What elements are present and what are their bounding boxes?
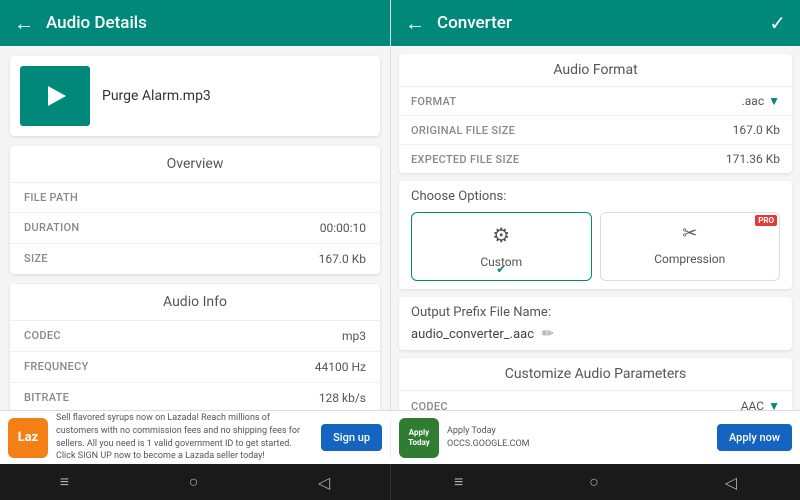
codec-param-label: CODEC <box>411 400 448 411</box>
bitrate-label: BITRATE <box>24 391 69 405</box>
codec-value: mp3 <box>342 329 366 343</box>
format-label: FORMAT <box>411 95 456 108</box>
option-selected-check: ✔ <box>496 262 506 276</box>
left-panel: ← Audio Details Purge Alarm.mp3 Overview… <box>0 0 390 410</box>
codec-dropdown-icon: ▼ <box>768 399 780 410</box>
audio-format-card: Audio Format FORMAT .aac ▼ ORIGINAL FILE… <box>399 54 792 173</box>
duration-value: 00:00:10 <box>320 221 366 235</box>
table-row: ORIGINAL FILE SIZE 167.0 Kb <box>399 116 792 145</box>
table-row: CODEC AAC ▼ <box>399 391 792 410</box>
format-value[interactable]: .aac ▼ <box>742 94 780 108</box>
right-back-nav-icon[interactable]: ◁ <box>725 473 737 492</box>
apply-today-logo: Apply Today <box>399 418 439 458</box>
options-label: Choose Options: <box>411 189 780 204</box>
output-label: Output Prefix File Name: <box>411 305 780 320</box>
customize-section: Customize Audio Parameters CODEC AAC ▼ F… <box>399 358 792 410</box>
confirm-icon[interactable]: ✓ <box>769 11 786 35</box>
right-header-left: ← Converter <box>405 11 512 36</box>
file-path-label: FILE PATH <box>24 191 78 204</box>
format-dropdown-icon: ▼ <box>768 94 780 108</box>
size-value: 167.0 Kb <box>319 252 366 266</box>
bitrate-value: 128 kb/s <box>319 391 366 405</box>
customize-title: Customize Audio Parameters <box>399 358 792 391</box>
left-title: Audio Details <box>46 13 147 33</box>
original-size-label: ORIGINAL FILE SIZE <box>411 124 515 137</box>
overview-card: Overview FILE PATH DURATION 00:00:10 SIZ… <box>10 146 380 274</box>
right-home-icon[interactable]: ○ <box>589 472 599 492</box>
output-filename-row: audio_converter_.aac ✏ <box>411 326 780 342</box>
lazada-logo: Laz <box>8 418 48 458</box>
table-row: EXPECTED FILE SIZE 171.36 Kb <box>399 145 792 173</box>
choose-options-section: Choose Options: ⚙ Custom ✔ PRO ✂ Compres… <box>399 181 792 289</box>
pro-badge: PRO <box>755 215 777 226</box>
table-row: FORMAT .aac ▼ <box>399 87 792 116</box>
expected-size-value: 171.36 Kb <box>726 152 780 166</box>
left-menu-icon[interactable]: ≡ <box>60 472 69 492</box>
play-thumbnail[interactable] <box>20 66 90 126</box>
left-nav: ≡ ○ ◁ <box>0 464 390 500</box>
audio-filename: Purge Alarm.mp3 <box>102 88 211 104</box>
right-back-icon[interactable]: ← <box>405 11 425 36</box>
ad-right-text: Apply TodayOCCS.GOOGLE.COM <box>447 425 709 450</box>
duration-label: DURATION <box>24 221 80 235</box>
table-row: DURATION 00:00:10 <box>10 213 380 244</box>
table-row: BITRATE 128 kb/s <box>10 383 380 410</box>
ad-left-text: Sell flavored syrups now on Lazada! Reac… <box>56 412 313 462</box>
left-body: Purge Alarm.mp3 Overview FILE PATH DURAT… <box>0 46 390 410</box>
codec-label: CODEC <box>24 329 61 343</box>
table-row: FILE PATH <box>10 183 380 213</box>
frequency-value: 44100 Hz <box>315 360 366 374</box>
option-compression[interactable]: PRO ✂ Compression <box>600 212 781 281</box>
play-button-icon <box>48 86 66 106</box>
options-grid: ⚙ Custom ✔ PRO ✂ Compression <box>411 212 780 281</box>
scissors-icon: ✂ <box>617 223 764 244</box>
gear-icon: ⚙ <box>428 223 575 247</box>
option-compression-label: Compression <box>654 252 725 266</box>
right-nav: ≡ ○ ◁ <box>390 464 800 500</box>
nav-bar: ≡ ○ ◁ ≡ ○ ◁ <box>0 464 800 500</box>
audio-info-card: Audio Info CODEC mp3 FREQUNECY 44100 Hz … <box>10 284 380 410</box>
right-header: ← Converter ✓ <box>391 0 800 46</box>
ad-left: Laz Sell flavored syrups now on Lazada! … <box>0 412 390 462</box>
frequency-label: FREQUNECY <box>24 360 89 374</box>
ad-banner: Laz Sell flavored syrups now on Lazada! … <box>0 410 800 464</box>
edit-icon[interactable]: ✏ <box>542 326 554 342</box>
table-row: CODEC mp3 <box>10 321 380 352</box>
apply-now-button[interactable]: Apply now <box>717 424 792 451</box>
left-header: ← Audio Details <box>0 0 390 46</box>
expected-size-label: EXPECTED FILE SIZE <box>411 153 519 166</box>
right-body: Audio Format FORMAT .aac ▼ ORIGINAL FILE… <box>391 46 800 410</box>
right-title: Converter <box>437 13 512 33</box>
right-panel: ← Converter ✓ Audio Format FORMAT .aac ▼… <box>390 0 800 410</box>
output-filename-text: audio_converter_.aac <box>411 327 534 342</box>
audio-card: Purge Alarm.mp3 <box>10 56 380 136</box>
original-size-value: 167.0 Kb <box>733 123 780 137</box>
ad-right: Apply Today Apply TodayOCCS.GOOGLE.COM A… <box>390 418 800 458</box>
sign-up-button[interactable]: Sign up <box>321 424 382 451</box>
audio-format-title: Audio Format <box>399 54 792 87</box>
option-custom[interactable]: ⚙ Custom ✔ <box>411 212 592 281</box>
audio-info-title: Audio Info <box>10 284 380 321</box>
left-back-icon[interactable]: ← <box>14 11 34 36</box>
size-label: SIZE <box>24 252 48 266</box>
codec-param-value[interactable]: AAC ▼ <box>741 399 780 410</box>
right-menu-icon[interactable]: ≡ <box>454 472 463 492</box>
overview-title: Overview <box>10 146 380 183</box>
left-back-nav-icon[interactable]: ◁ <box>318 473 330 492</box>
table-row: FREQUNECY 44100 Hz <box>10 352 380 383</box>
left-home-icon[interactable]: ○ <box>189 472 199 492</box>
output-prefix-section: Output Prefix File Name: audio_converter… <box>399 297 792 350</box>
table-row: SIZE 167.0 Kb <box>10 244 380 274</box>
